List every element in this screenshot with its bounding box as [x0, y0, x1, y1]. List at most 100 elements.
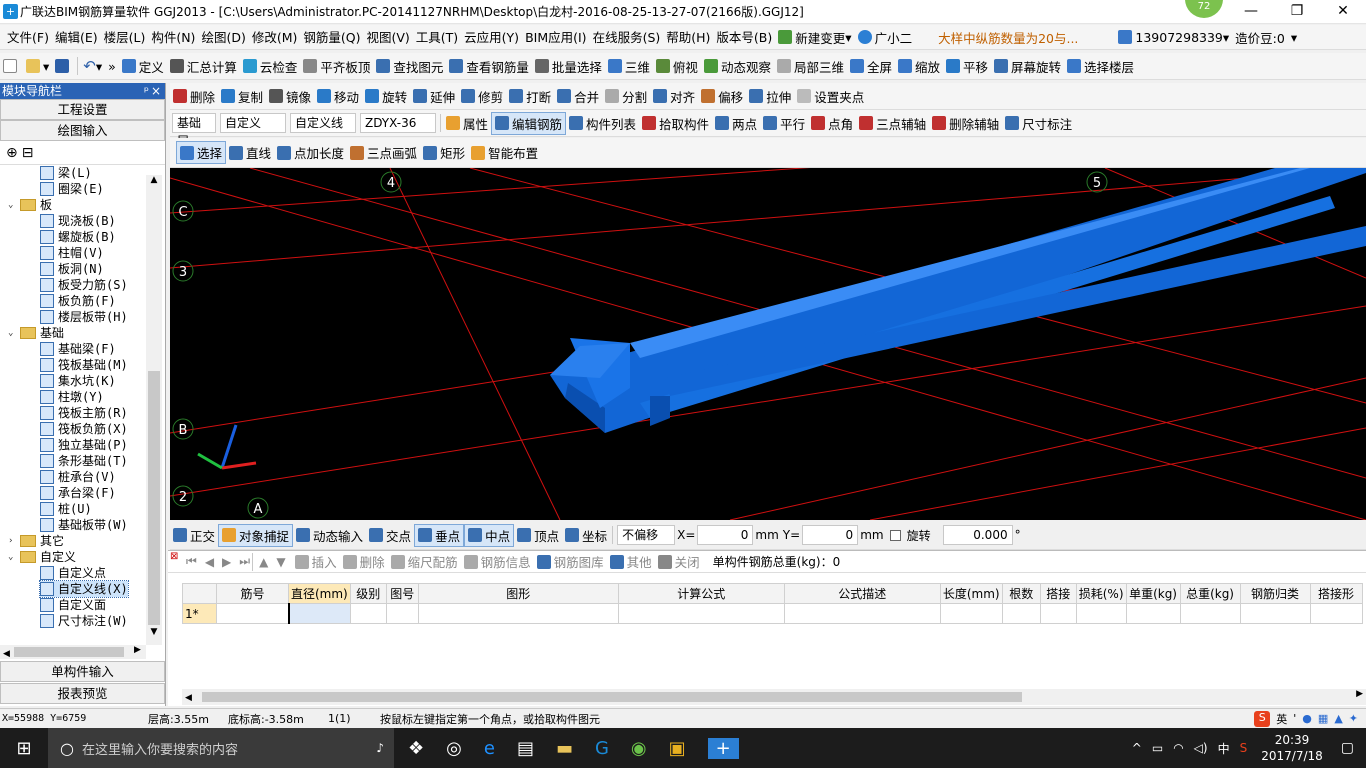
table-cell[interactable] — [1239, 603, 1311, 624]
tb4-button-2[interactable]: 点加长度 — [274, 141, 347, 164]
snap-button-0[interactable]: 正交 — [170, 524, 218, 547]
type-select[interactable]: 自定义线 — [290, 113, 356, 133]
scroll-left-icon[interactable]: ◀ — [3, 649, 10, 659]
guangxiaoer-button[interactable]: 广小二 — [855, 26, 916, 49]
tb1-button-4[interactable]: 查找图元 — [373, 55, 446, 78]
table-cell[interactable] — [1179, 603, 1241, 624]
menu-more-icon[interactable]: ▾ — [1288, 26, 1300, 49]
save-button[interactable] — [52, 55, 75, 78]
ime-lang[interactable]: 英 — [1276, 711, 1287, 727]
tree-item-18[interactable]: 条形基础(T) — [40, 453, 128, 469]
tree-item-24[interactable]: ⌄ 自定义 — [8, 549, 76, 565]
tb1-button-6[interactable]: 批量选择 — [532, 55, 605, 78]
tb2-button-0[interactable]: 删除 — [170, 85, 218, 108]
table-cell[interactable] — [1001, 603, 1041, 624]
close-button[interactable]: ✕ — [1320, 0, 1366, 24]
user-phone[interactable]: 13907298339 ▾ — [1115, 26, 1232, 49]
move-down-icon[interactable]: ▼ — [276, 555, 285, 569]
first-record-icon[interactable]: ⏮ — [186, 554, 197, 569]
rebar-button-5[interactable]: 其他 — [607, 550, 655, 573]
column-header-11[interactable]: 单重(kg) — [1125, 583, 1181, 604]
menu-item-3[interactable]: 构件(N) — [148, 25, 198, 50]
column-header-5[interactable]: 计算公式 — [617, 583, 785, 604]
tree-item-11[interactable]: 基础梁(F) — [40, 341, 116, 357]
tb4-button-0[interactable]: 选择 — [176, 141, 227, 164]
tree-item-12[interactable]: 筏板基础(M) — [40, 357, 128, 373]
minimize-button[interactable]: — — [1228, 0, 1274, 24]
start-icon[interactable]: ⊞ — [0, 738, 48, 759]
column-header-12[interactable]: 总重(kg) — [1179, 583, 1241, 604]
menu-item-9[interactable]: 云应用(Y) — [461, 25, 522, 50]
table-scroll-right-icon[interactable]: ▶ — [1356, 689, 1363, 699]
column-header-8[interactable]: 根数 — [1001, 583, 1041, 604]
tb3-button-0[interactable]: 属性 — [443, 112, 491, 135]
tb2-button-10[interactable]: 对齐 — [650, 85, 698, 108]
ggj-active-icon[interactable]: + — [707, 737, 739, 759]
rebar-button-0[interactable]: 插入 — [292, 550, 340, 573]
punct-icon[interactable]: ' — [1293, 712, 1296, 725]
tree-item-3[interactable]: 现浇板(B) — [40, 213, 116, 229]
glodon-app-icon[interactable]: G — [595, 738, 609, 759]
snap-button-2[interactable]: 动态输入 — [293, 524, 366, 547]
tree-expander-icon[interactable]: ⌄ — [8, 325, 18, 341]
table-hscrollbar[interactable]: ◀ ▶ — [182, 689, 1366, 705]
restore-button[interactable]: ❐ — [1274, 0, 1320, 24]
column-header-10[interactable]: 损耗(%) — [1075, 583, 1127, 604]
tree-item-0[interactable]: 梁(L) — [40, 165, 92, 181]
table-cell[interactable] — [617, 603, 785, 624]
new-change-button[interactable]: 新建变更 ▾ — [775, 26, 854, 49]
column-header-0[interactable]: 筋号 — [216, 583, 289, 604]
tree-item-20[interactable]: 承台梁(F) — [40, 485, 116, 501]
clock[interactable]: 20:39 2017/7/18 — [1261, 732, 1323, 764]
tree-item-25[interactable]: 自定义点 — [40, 565, 106, 581]
tree-expander-icon[interactable]: › — [8, 533, 18, 549]
column-header-9[interactable]: 搭接 — [1039, 583, 1077, 604]
tree-hscrollbar[interactable]: ◀ ▶ — [0, 645, 146, 659]
skin-icon[interactable]: ▲ — [1334, 712, 1342, 725]
table-cell[interactable] — [939, 603, 1003, 624]
table-cell[interactable] — [783, 603, 941, 624]
drawing-input-button[interactable]: 绘图输入 — [0, 120, 165, 141]
tb1-button-2[interactable]: 云检查 — [240, 55, 301, 78]
floor-select[interactable]: 基础层 — [172, 113, 216, 148]
tb1-button-5[interactable]: 查看钢筋量 — [446, 55, 532, 78]
tree-item-4[interactable]: 螺旋板(B) — [40, 229, 116, 245]
tree-item-5[interactable]: 柱帽(V) — [40, 245, 104, 261]
taskbar-search[interactable]: ○ 在这里输入你要搜索的内容 ♪ — [48, 728, 394, 768]
close-panel-icon[interactable]: × — [151, 83, 161, 99]
network-icon[interactable]: ▭ — [1152, 741, 1163, 755]
tb4-button-5[interactable]: 智能布置 — [468, 141, 541, 164]
rotate-checkbox[interactable] — [889, 529, 901, 541]
tree-item-22[interactable]: 基础板带(W) — [40, 517, 128, 533]
tb2-button-8[interactable]: 合并 — [554, 85, 602, 108]
new-file-button[interactable] — [0, 55, 23, 78]
tree-scrollbar[interactable]: ▲ ▼ — [146, 175, 162, 645]
microphone-icon[interactable]: ♪ — [376, 741, 384, 755]
volume-icon[interactable]: ◁) — [1194, 741, 1208, 755]
table-cell[interactable] — [1125, 603, 1181, 624]
tb1-button-12[interactable]: 缩放 — [895, 55, 943, 78]
tree-item-10[interactable]: ⌄ 基础 — [8, 325, 64, 341]
table-cell[interactable] — [349, 603, 387, 624]
menu-item-6[interactable]: 钢筋量(Q) — [300, 25, 363, 50]
undo-button[interactable]: ↶ ▾ — [80, 55, 105, 78]
category-select[interactable]: 自定义 — [220, 113, 286, 133]
offset-select[interactable]: 不偏移 — [617, 525, 676, 545]
sogou-icon[interactable]: S — [1254, 710, 1271, 727]
menu-item-5[interactable]: 修改(M) — [249, 25, 301, 50]
tb3-button-5[interactable]: 平行 — [760, 112, 808, 135]
next-record-icon[interactable]: ▶ — [222, 555, 231, 569]
tree-expander-icon[interactable]: ⌄ — [8, 549, 18, 565]
tb1-button-1[interactable]: 汇总计算 — [167, 55, 240, 78]
snap-button-7[interactable]: 坐标 — [562, 524, 610, 547]
tb3-button-7[interactable]: 三点辅轴 — [856, 112, 929, 135]
tb2-button-9[interactable]: 分割 — [602, 85, 650, 108]
tb1-button-14[interactable]: 屏幕旋转 — [991, 55, 1064, 78]
tree-item-8[interactable]: 板负筋(F) — [40, 293, 116, 309]
tree-item-9[interactable]: 楼层板带(H) — [40, 309, 128, 325]
rebar-button-3[interactable]: 钢筋信息 — [461, 550, 534, 573]
menu-item-11[interactable]: 在线服务(S) — [590, 25, 664, 50]
scroll-down-icon[interactable]: ▼ — [146, 627, 162, 637]
mic-icon[interactable]: ● — [1302, 712, 1312, 725]
table-cell[interactable] — [385, 603, 419, 624]
